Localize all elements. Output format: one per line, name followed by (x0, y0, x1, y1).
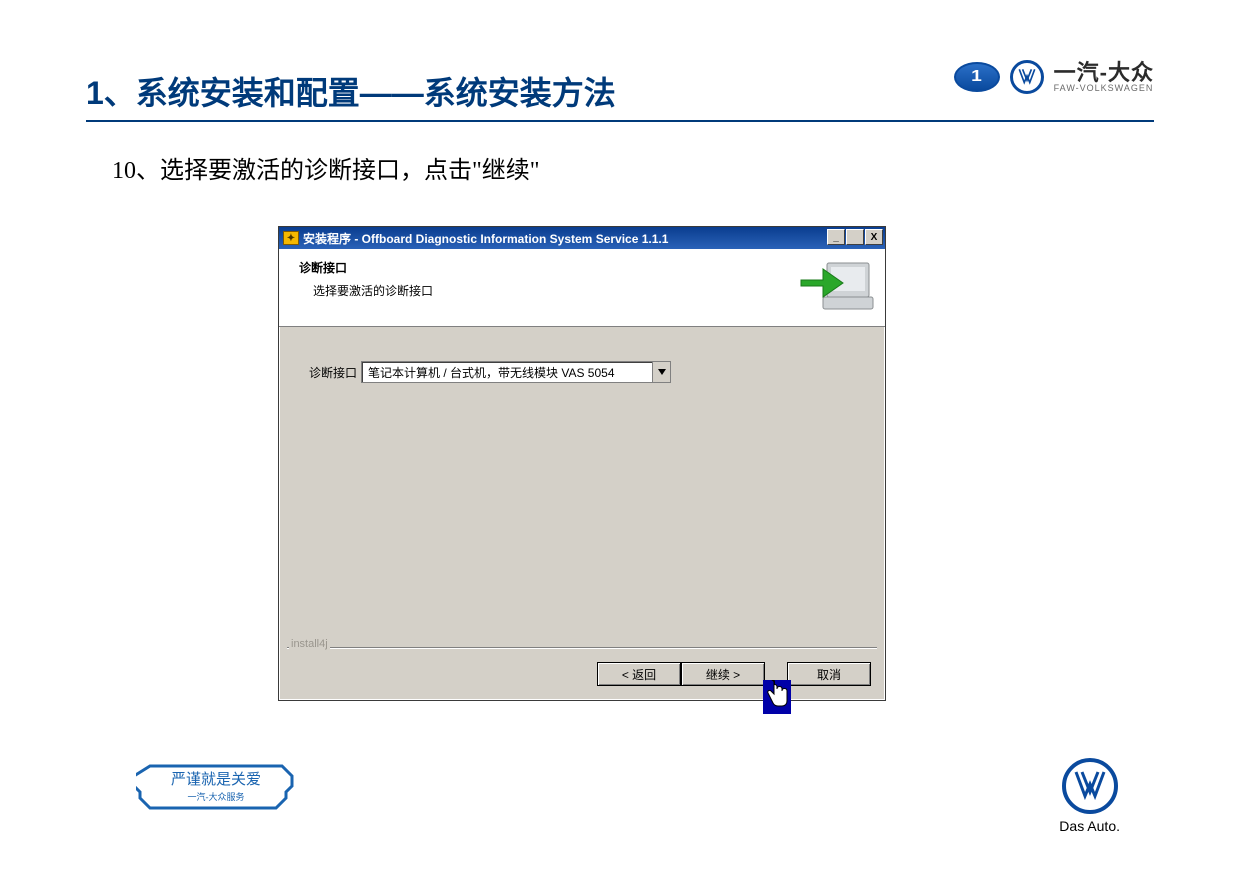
faw-logo-icon: 1 (954, 62, 1000, 92)
close-icon: X (871, 232, 878, 243)
install4j-label: install4j (289, 638, 330, 650)
brand-cn: 一汽-大众 (1054, 62, 1154, 84)
diagnostic-interface-select[interactable]: 笔记本计算机 / 台式机，带无线模块 VAS 5054 (361, 361, 671, 383)
minimize-icon: _ (833, 232, 839, 243)
wizard-footer: < 返回 继续 > 取消 (279, 649, 885, 699)
installer-window: ✦ 安装程序 - Offboard Diagnostic Information… (278, 226, 886, 701)
cursor-hand-icon (763, 680, 791, 714)
wizard-header-art-icon (797, 255, 877, 315)
das-auto-text: Das Auto. (1059, 818, 1120, 834)
window-titlebar[interactable]: ✦ 安装程序 - Offboard Diagnostic Information… (279, 227, 885, 249)
brand-text: 一汽-大众 FAW-VOLKSWAGEN (1054, 62, 1154, 93)
cancel-button[interactable]: 取消 (787, 662, 871, 686)
wizard-header-title: 诊断接口 (299, 259, 871, 276)
close-button[interactable]: X (865, 229, 883, 245)
brand-top: 1 一汽-大众 FAW-VOLKSWAGEN (954, 60, 1154, 94)
faw-logo-number: 1 (971, 68, 982, 86)
svg-text:严谨就是关爱: 严谨就是关爱 (171, 771, 261, 788)
next-button[interactable]: 继续 > (681, 662, 765, 686)
window-title: 安装程序 - Offboard Diagnostic Information S… (303, 230, 668, 247)
brand-en: FAW-VOLKSWAGEN (1054, 84, 1154, 93)
minimize-button[interactable]: _ (827, 229, 845, 245)
vw-footer-logo: Das Auto. (1059, 758, 1120, 834)
svg-text:一汽-大众服务: 一汽-大众服务 (188, 791, 245, 802)
combo-label: 诊断接口 (309, 364, 357, 381)
wizard-header-subtitle: 选择要激活的诊断接口 (313, 282, 871, 299)
service-badge-icon: 严谨就是关爱 一汽-大众服务 (136, 760, 296, 815)
combo-selected-value: 笔记本计算机 / 台式机，带无线模块 VAS 5054 (362, 364, 652, 381)
title-underline (86, 120, 1154, 122)
back-button[interactable]: < 返回 (597, 662, 681, 686)
app-icon: ✦ (283, 231, 299, 245)
chevron-down-icon (652, 362, 670, 382)
maximize-button[interactable] (846, 229, 864, 245)
page-title: 1、系统安装和配置——系统安装方法 (86, 75, 616, 111)
wizard-header: 诊断接口 选择要激活的诊断接口 (279, 249, 885, 327)
step-instruction: 10、选择要激活的诊断接口，点击"继续" (112, 150, 540, 185)
vw-logo-icon (1010, 60, 1044, 94)
vw-logo-large-icon (1062, 758, 1118, 814)
wizard-body: 诊断接口 笔记本计算机 / 台式机，带无线模块 VAS 5054 install… (279, 327, 885, 647)
